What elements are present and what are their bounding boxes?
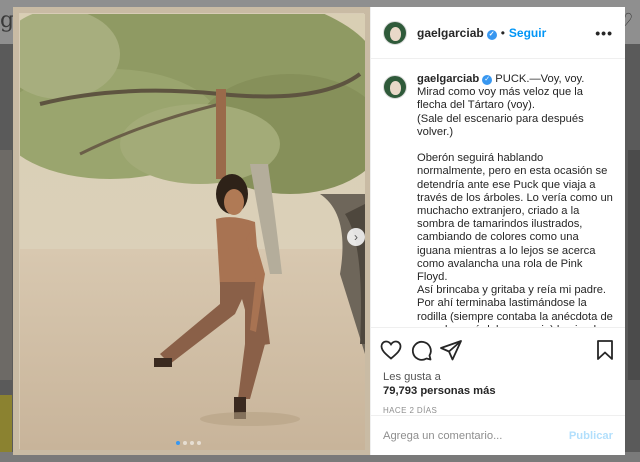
- comment-icon[interactable]: [409, 338, 433, 362]
- photo-illustration: [13, 7, 370, 450]
- background-post-left-bottom: [0, 395, 12, 455]
- caption: gaelgarciab ✓ PUCK.—Voy, voy. Mirad como …: [417, 73, 613, 327]
- comment-box: Publicar: [371, 415, 625, 455]
- likes: Les gusta a 79,793 personas más: [371, 371, 625, 398]
- header-separator: •: [500, 25, 505, 40]
- verified-icon: ✓: [482, 75, 493, 85]
- post-modal: › gaelgarciab ✓ • Seguir ••• gaelgarciab ✓…: [13, 7, 625, 455]
- likes-count[interactable]: 79,793 personas más: [383, 385, 496, 397]
- caption-area: gaelgarciab ✓ PUCK.—Voy, voy. Mirad como …: [371, 59, 625, 327]
- post-photo: ›: [13, 7, 370, 455]
- carousel-dot: [176, 441, 180, 445]
- next-slide-button[interactable]: ›: [347, 228, 365, 246]
- comment-input[interactable]: [383, 429, 569, 442]
- caption-username[interactable]: gaelgarciab: [417, 73, 479, 85]
- heart-icon[interactable]: [379, 338, 403, 362]
- verified-icon: ✓: [486, 29, 497, 40]
- photo-frame: [13, 7, 370, 450]
- header-username-text[interactable]: gaelgarciab: [417, 26, 484, 40]
- caption-body: PUCK.—Voy, voy. Mirad como voy más veloz…: [417, 73, 613, 327]
- chevron-right-icon: ›: [354, 230, 358, 244]
- bookmark-icon[interactable]: [593, 338, 617, 362]
- carousel-dot: [197, 441, 201, 445]
- action-bar: [371, 327, 625, 371]
- publish-button[interactable]: Publicar: [569, 430, 613, 442]
- share-icon[interactable]: [439, 338, 463, 362]
- more-options-button[interactable]: •••: [595, 25, 613, 41]
- caption-avatar[interactable]: [383, 75, 407, 99]
- carousel-dot: [183, 441, 187, 445]
- carousel-dot: [190, 441, 194, 445]
- follow-button[interactable]: Seguir: [509, 26, 546, 40]
- background-post-left: [0, 150, 12, 380]
- background-logo: g: [0, 8, 15, 33]
- carousel-dots: [176, 441, 201, 445]
- post-header: gaelgarciab ✓ • Seguir •••: [371, 7, 625, 59]
- likes-prefix: Les gusta a: [383, 371, 441, 383]
- background-post-right: [628, 150, 640, 380]
- post-side-panel: gaelgarciab ✓ • Seguir ••• gaelgarciab ✓ P…: [370, 7, 625, 455]
- post-timestamp: HACE 2 DÍAS: [383, 406, 438, 415]
- avatar[interactable]: [383, 20, 407, 45]
- header-username[interactable]: gaelgarciab ✓: [417, 26, 497, 40]
